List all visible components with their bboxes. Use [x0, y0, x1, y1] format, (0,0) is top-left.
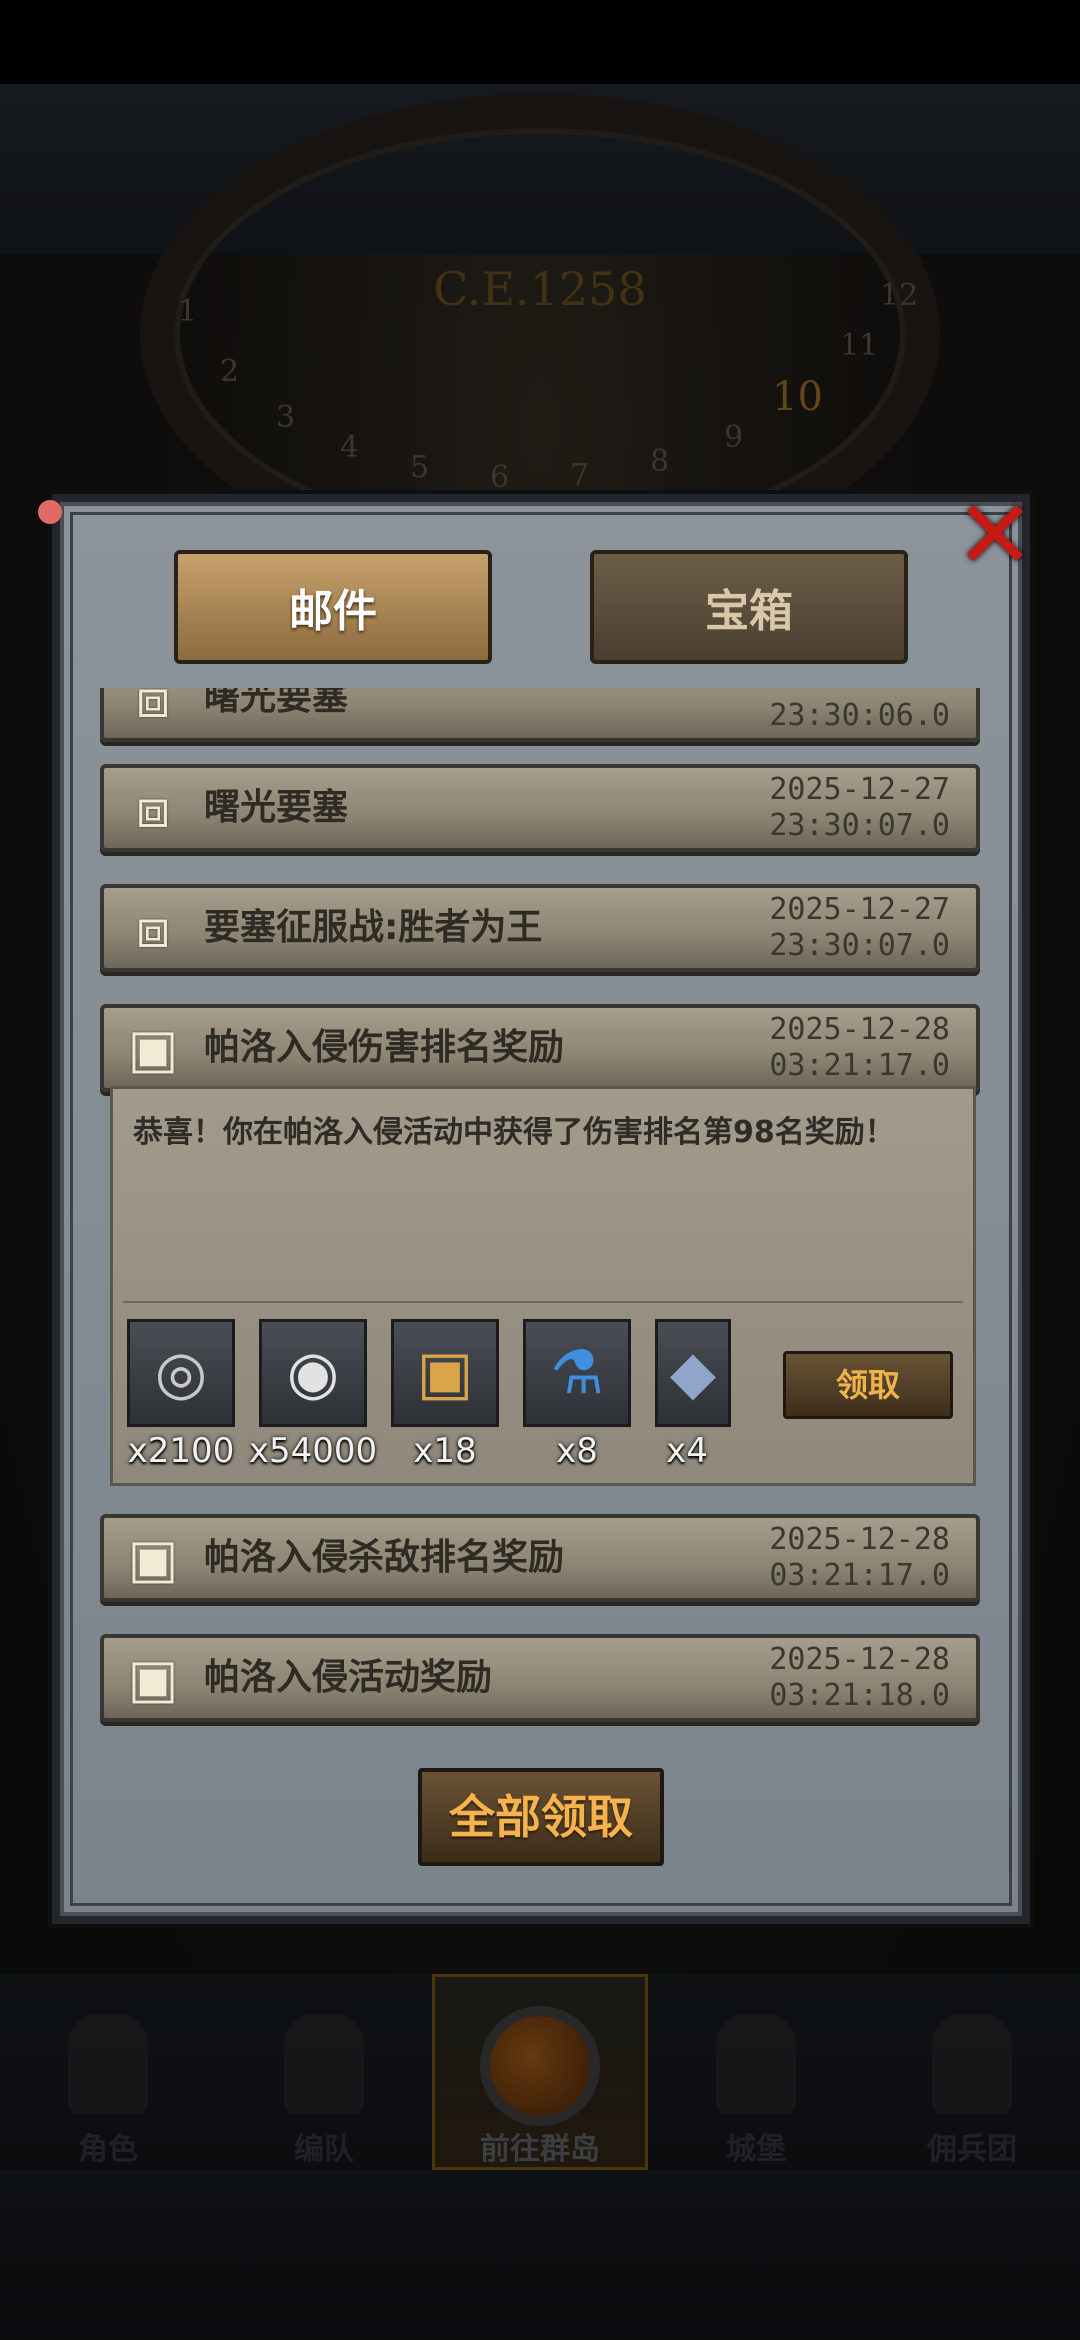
silver-coin-icon: ◎ — [154, 1338, 208, 1408]
mail-row[interactable]: ⧈ 曙光要塞 2025-12-27 23:30:07.0 — [100, 764, 980, 852]
reward-count: x8 — [556, 1431, 598, 1471]
reward-item[interactable]: ◎ — [127, 1319, 235, 1427]
tab-mail[interactable]: 邮件 — [174, 550, 492, 664]
claim-all-button[interactable]: 全部领取 — [418, 1768, 664, 1866]
mail-title: 曙光要塞 — [204, 688, 349, 718]
chest-icon: ⧈ — [135, 897, 171, 960]
reward-item[interactable]: ◉ — [259, 1319, 367, 1427]
treasure-chest-icon: ▣ — [416, 1338, 474, 1408]
chest-icon: ⧈ — [135, 777, 171, 840]
reward-item[interactable]: ▣ — [391, 1319, 499, 1427]
reward-count: x4 — [666, 1431, 708, 1471]
mail-title: 帕洛入侵伤害排名奖励 — [204, 1027, 565, 1068]
mail-date: 2025-12-28 — [769, 1012, 950, 1047]
mail-row[interactable]: ⧈ 要塞征服战:胜者为王 2025-12-27 23:30:07.0 — [100, 884, 980, 972]
coin-icon: ◉ — [286, 1338, 340, 1408]
tab-chest[interactable]: 宝箱 — [590, 550, 908, 664]
mail-date: 2025-12-28 — [769, 1522, 950, 1557]
mail-title: 帕洛入侵活动奖励 — [204, 1657, 493, 1698]
reward-item[interactable]: ◆ — [655, 1319, 731, 1427]
box-icon: ▣ — [127, 1527, 179, 1590]
mail-date: 2025-12-27 — [769, 772, 950, 807]
mail-time: 03:21:18.0 — [769, 1678, 950, 1713]
mail-time: 03:21:17.0 — [769, 1558, 950, 1593]
reward-count: x2100 — [127, 1431, 235, 1471]
mail-date: 2025-12-28 — [769, 1642, 950, 1677]
chest-icon: ⧈ — [135, 688, 171, 730]
mail-title: 帕洛入侵杀敌排名奖励 — [204, 1537, 565, 1578]
mail-row[interactable]: ⧈ 曙光要塞 23:30:06.0 — [100, 688, 980, 742]
mail-body-text: 恭喜！你在帕洛入侵活动中获得了伤害排名第98名奖励！ — [133, 1115, 895, 1150]
mail-row-expanded[interactable]: ▣ 帕洛入侵伤害排名奖励 2025-12-28 03:21:17.0 — [100, 1004, 980, 1092]
mail-row[interactable]: ▣ 帕洛入侵杀敌排名奖励 2025-12-28 03:21:17.0 — [100, 1514, 980, 1602]
box-icon: ▣ — [127, 1017, 179, 1080]
close-button[interactable]: ✕ — [950, 487, 1040, 583]
mail-title: 曙光要塞 — [204, 787, 349, 828]
mail-date: 2025-12-27 — [769, 892, 950, 927]
claim-button[interactable]: 领取 — [783, 1351, 953, 1419]
reward-count: x54000 — [248, 1431, 378, 1471]
mail-list[interactable]: ⧈ 曙光要塞 23:30:06.0 ⧈ 曙光要塞 2025-12-27 23:3… — [96, 688, 984, 1748]
reward-item[interactable]: ⚗ — [523, 1319, 631, 1427]
box-icon: ▣ — [127, 1647, 179, 1710]
potion-icon: ⚗ — [550, 1338, 604, 1408]
mail-time: 23:30:06.0 — [769, 698, 950, 733]
mail-body: 恭喜！你在帕洛入侵活动中获得了伤害排名第98名奖励！ ◎ x2100 ◉ x54… — [110, 1086, 976, 1486]
crystal-icon: ◆ — [669, 1338, 717, 1408]
notification-dot — [38, 500, 62, 524]
reward-count: x18 — [413, 1431, 477, 1471]
divider — [123, 1301, 963, 1303]
mail-time: 03:21:17.0 — [769, 1048, 950, 1083]
mail-row[interactable]: ▣ 帕洛入侵活动奖励 2025-12-28 03:21:18.0 — [100, 1634, 980, 1722]
mail-time: 23:30:07.0 — [769, 808, 950, 843]
mail-time: 23:30:07.0 — [769, 928, 950, 963]
mail-title: 要塞征服战:胜者为王 — [204, 907, 543, 948]
